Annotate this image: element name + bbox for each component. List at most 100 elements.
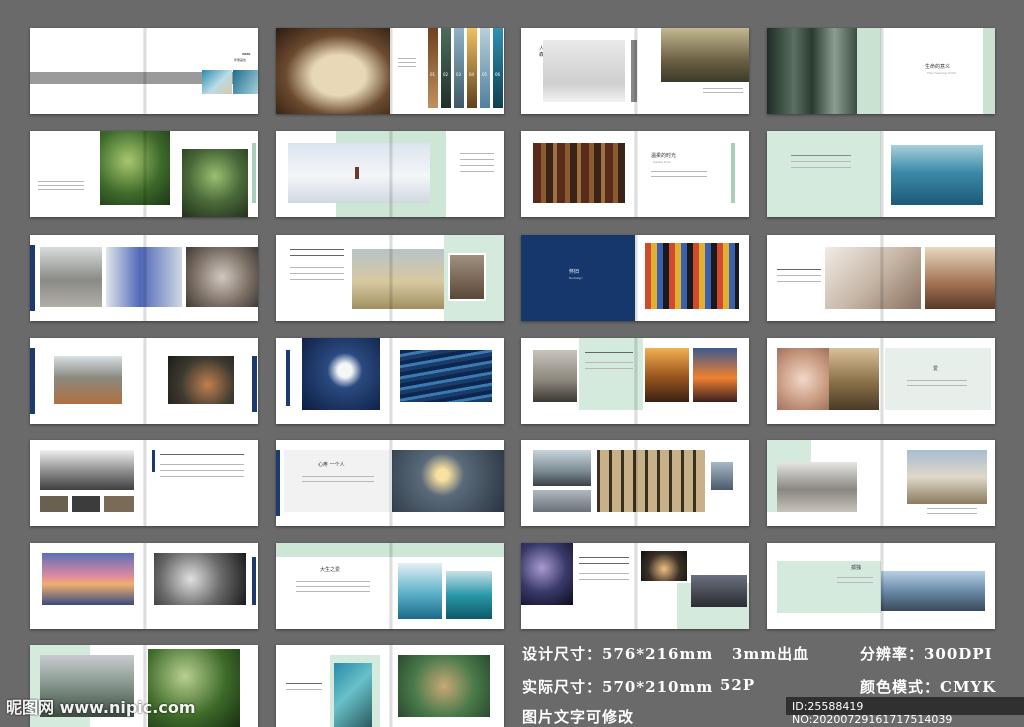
site-watermark: 昵图网 www.nipic.com xyxy=(6,698,196,717)
text-line xyxy=(777,281,821,282)
text-line xyxy=(777,275,821,276)
text-line xyxy=(38,181,84,182)
galaxy-photo xyxy=(521,543,573,605)
brochure-spread-15 xyxy=(521,338,749,424)
field-child-photo xyxy=(661,28,749,82)
text-line xyxy=(460,171,494,172)
brochure-spread-21 xyxy=(30,543,258,629)
resolution-text: 分辨率：300DPI xyxy=(860,645,993,663)
aerial-coast-photo xyxy=(334,663,372,727)
text-line xyxy=(837,577,873,578)
text-line xyxy=(579,579,629,580)
lone-tree-photo xyxy=(907,450,987,504)
lake-photo xyxy=(446,571,492,619)
spread-16-title: 爱 xyxy=(933,366,939,372)
id-watermark: ID:25588419 NO:20200729161717514039 xyxy=(792,700,953,726)
text-line xyxy=(579,563,629,564)
brochure-spread-11: 怀旧 Nostalgic xyxy=(521,235,749,321)
fox-forest-photo xyxy=(168,356,234,404)
text-line xyxy=(302,481,374,482)
city-photo xyxy=(533,450,591,486)
snow-fence-photo xyxy=(543,40,625,102)
text-line xyxy=(398,58,416,59)
old-books-photo xyxy=(533,143,625,203)
text-line xyxy=(296,586,370,587)
strip-number: 03 xyxy=(456,72,462,77)
text-line xyxy=(791,155,851,156)
brochure-spread-20 xyxy=(767,440,995,526)
brochure-spread-1: 2020 年册画性 xyxy=(30,28,258,114)
text-line xyxy=(703,88,743,89)
text-line xyxy=(791,167,851,168)
text-line xyxy=(290,279,344,280)
text-line xyxy=(160,454,244,455)
sunset-sky-photo xyxy=(42,553,134,605)
city-hand-photo xyxy=(881,571,985,611)
strip-photo-3 xyxy=(454,28,464,108)
text-line xyxy=(837,582,873,583)
editable-text: 图片文字可修改 xyxy=(522,708,635,726)
text-line xyxy=(160,476,244,477)
brochure-spread-10 xyxy=(276,235,504,321)
brochure-spread-3: 人与 森林 xyxy=(521,28,749,114)
brochure-spread-17 xyxy=(30,440,258,526)
misty-forest-photo xyxy=(597,450,705,512)
spread-22-title: 大生之爱 xyxy=(320,567,341,573)
road-photo xyxy=(448,253,486,301)
brochure-spread-16: 爱 xyxy=(767,338,995,424)
small-photo xyxy=(711,462,733,490)
navy-bar-right xyxy=(252,356,257,412)
bleed-text: 3mm出血 xyxy=(732,645,810,663)
mint-block xyxy=(579,338,643,410)
page-count-text: 52P xyxy=(720,676,756,694)
grey-bar xyxy=(631,40,637,102)
sprout-hand-photo xyxy=(182,149,248,217)
ice-photo xyxy=(398,563,442,619)
ocean-photo-2 xyxy=(233,70,258,94)
spread-7-title: 温柔的时光 xyxy=(651,153,677,159)
text-line xyxy=(585,368,633,369)
brochure-spread-19 xyxy=(521,440,749,526)
thumb-photo-1 xyxy=(40,496,68,512)
spread-4-title: 生命的意义 xyxy=(925,64,951,70)
brochure-spread-9 xyxy=(30,235,258,321)
navy-bar xyxy=(286,350,290,406)
text-line xyxy=(651,171,707,172)
brochure-spread-24: 孤独 xyxy=(767,543,995,629)
brochure-spread-6 xyxy=(276,131,504,217)
text-line xyxy=(579,557,629,558)
road-night-photo xyxy=(691,575,747,607)
brochure-spread-22: 大生之爱 xyxy=(276,543,504,629)
ocean-photo xyxy=(202,70,232,94)
thumb-photo-3 xyxy=(104,496,134,512)
text-line xyxy=(290,273,344,274)
city-sunset-photo xyxy=(693,348,737,402)
snow-mountain-photo xyxy=(40,247,102,307)
text-line xyxy=(286,689,322,690)
brochure-spread-7: 温柔的时光 Gentle time xyxy=(521,131,749,217)
spread-24-title: 孤独 xyxy=(851,565,862,571)
text-line xyxy=(38,189,84,190)
mint-header xyxy=(276,543,504,557)
brochure-spread-12 xyxy=(767,235,995,321)
strip-photo-4 xyxy=(467,28,477,108)
text-line xyxy=(302,476,374,477)
spread-1-subtitle: 年册画性 xyxy=(234,58,247,62)
street-photo xyxy=(533,490,591,512)
text-line xyxy=(160,470,244,471)
spread-18-title: 心疼 一个人 xyxy=(318,462,345,468)
text-line xyxy=(703,92,743,93)
text-line xyxy=(585,362,633,363)
spread-4-subtitle: The meaning of life xyxy=(927,71,957,75)
text-line xyxy=(907,385,967,386)
hands-stone-photo xyxy=(186,247,258,307)
text-line xyxy=(290,255,344,256)
text-line xyxy=(398,66,416,67)
design-size-text: 设计尺寸：576*216mm xyxy=(522,645,714,663)
text-line xyxy=(460,153,494,154)
thumb-photo-2 xyxy=(72,496,100,512)
actual-size-text: 实际尺寸：570*210mm xyxy=(522,678,714,696)
brochure-spread-5 xyxy=(30,131,258,217)
mint-block xyxy=(777,561,881,613)
deer-sunset-photo xyxy=(645,348,689,402)
